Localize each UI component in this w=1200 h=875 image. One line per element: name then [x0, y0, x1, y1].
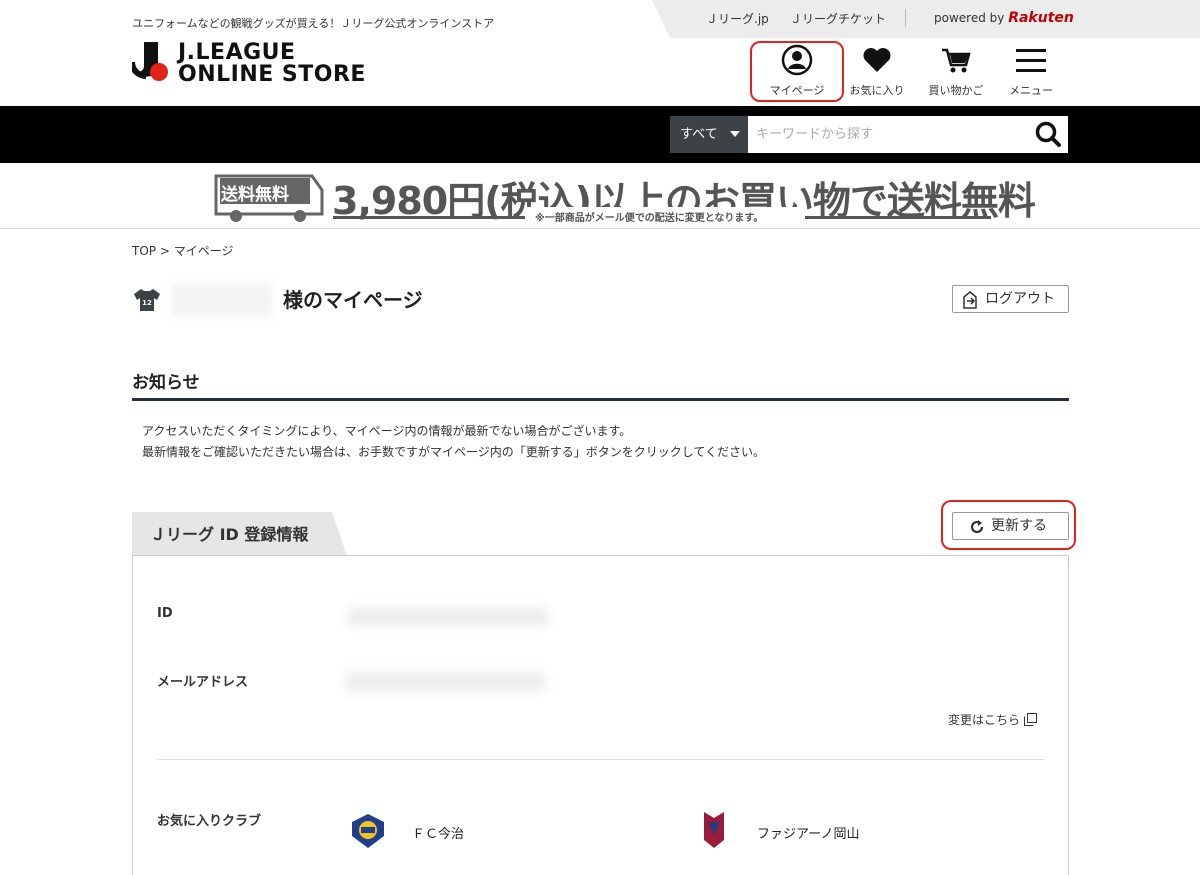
panel-divider — [157, 759, 1044, 760]
banner-note: ※一部商品がメール便での配送に変更となります。 — [535, 213, 764, 224]
powered-by-label: powered by — [934, 11, 1005, 25]
mypage-label: マイページ — [769, 84, 825, 97]
change-link-label: 変更はこちら — [948, 713, 1021, 727]
powered-by: powered by Rakuten — [934, 10, 1074, 26]
id-value-redacted — [348, 607, 548, 627]
divider — [905, 9, 906, 27]
favorites-button[interactable]: お気に入り — [842, 40, 912, 100]
fagiano-okayama-emblem-icon — [704, 812, 724, 848]
mypage-button[interactable]: マイページ — [762, 40, 832, 100]
club-name-imabari: ＦＣ今治 — [412, 827, 465, 842]
refresh-label: 更新する — [991, 518, 1047, 534]
club-name-okayama: ファジアーノ岡山 — [757, 827, 860, 842]
cart-icon — [942, 48, 971, 73]
search-input[interactable] — [748, 116, 1028, 153]
hamburger-menu-icon — [1016, 49, 1046, 72]
rakuten-logo: Rakuten — [1008, 10, 1074, 26]
heart-icon — [863, 48, 891, 72]
menu-button[interactable]: メニュー — [996, 40, 1066, 100]
jleague-ticket-link[interactable]: Ｊリーグチケット — [790, 10, 886, 27]
user-icon — [781, 44, 813, 76]
logout-icon — [963, 291, 977, 309]
refresh-icon — [970, 520, 984, 534]
logout-label: ログアウト — [985, 291, 1055, 307]
search-button[interactable] — [1028, 116, 1068, 153]
menu-label: メニュー — [1009, 84, 1053, 97]
jersey-icon: 12 — [134, 289, 160, 311]
change-link[interactable]: 変更はこちら — [948, 711, 1037, 728]
cart-button[interactable]: 買い物かご — [921, 40, 991, 100]
category-select-value: すべて — [680, 127, 718, 142]
breadcrumb[interactable]: TOP > マイページ — [132, 242, 233, 259]
logo-line2: ONLINE STORE — [178, 62, 366, 87]
favorites-label: お気に入り — [849, 84, 905, 97]
caret-down-icon — [730, 131, 740, 137]
id-label: ID — [157, 606, 173, 621]
banner-badge: 送料無料 — [221, 185, 289, 205]
jleague-emblem-icon — [132, 42, 168, 81]
site-tagline: ユニフォームなどの観戦グッズが買える！Ｊリーグ公式オンラインストア — [132, 17, 495, 30]
external-window-icon — [1023, 713, 1037, 726]
favorite-clubs-label: お気に入りクラブ — [157, 814, 262, 829]
cart-label: 買い物かご — [928, 84, 984, 97]
svg-text:12: 12 — [142, 299, 152, 307]
logout-button[interactable]: ログアウト — [952, 285, 1069, 313]
jleague-id-tab-label: Ｊリーグ ID 登録情報 — [150, 525, 309, 544]
search-icon — [1035, 121, 1061, 147]
notice-heading: お知らせ — [132, 373, 200, 393]
email-value-redacted — [345, 672, 545, 692]
jleague-id-panel — [132, 555, 1069, 875]
notice-line-2: 最新情報をご確認いただきたい場合は、お手数ですがマイページ内の「更新する」ボタン… — [142, 445, 766, 459]
refresh-button[interactable]: 更新する — [952, 512, 1069, 540]
notice-line-1: アクセスいただくタイミングにより、マイページ内の情報が最新でない場合がございます… — [142, 424, 632, 438]
notice-divider — [132, 398, 1069, 401]
page-title: 様のマイページ — [283, 288, 423, 312]
email-label: メールアドレス — [157, 675, 249, 690]
category-select[interactable]: すべて — [670, 116, 748, 153]
jleague-jp-link[interactable]: Ｊリーグ.jp — [706, 10, 769, 27]
user-name-redacted — [172, 283, 272, 317]
logo-line1: J.LEAGUE — [178, 40, 296, 65]
fc-imabari-emblem-icon — [352, 814, 384, 848]
